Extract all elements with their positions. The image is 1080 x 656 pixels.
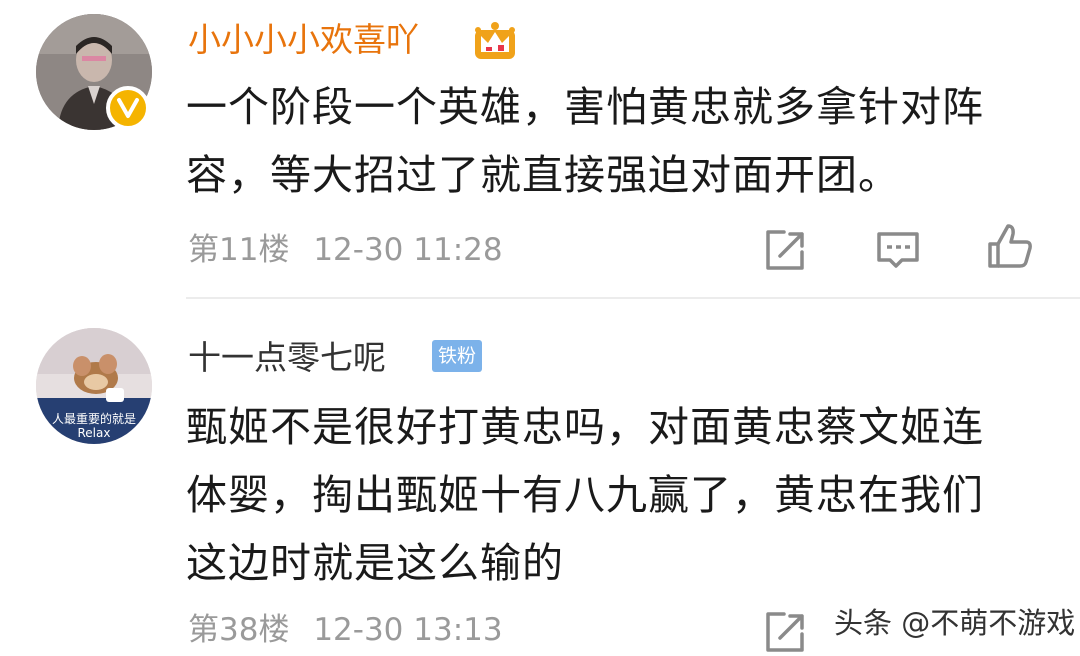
avatar-caption: Relax <box>77 426 111 440</box>
comment-line: 一个阶段一个英雄，害怕黄忠就多拿针对阵 <box>186 83 984 131</box>
username[interactable]: 十一点零七呢 <box>188 338 386 378</box>
comment-item: 人最重要的就是 Relax 十一点零七呢 铁粉 甄姬不是很好打黄忠吗，对面黄忠蔡… <box>0 298 1080 654</box>
comment-icon[interactable] <box>874 226 922 274</box>
timestamp: 12-30 11:28 <box>313 232 503 268</box>
username[interactable]: 小小小小欢喜吖 <box>188 20 419 60</box>
fan-badge: 铁粉 <box>432 340 483 372</box>
comment-meta: 第38楼 12-30 13:13 <box>188 610 503 650</box>
thumbs-up-icon[interactable] <box>986 222 1034 270</box>
comment-item: 小小小小欢喜吖 一个阶段一个英雄，害怕黄忠就多拿针对阵 容，等大招过了就直接强迫… <box>0 0 1080 299</box>
share-icon[interactable] <box>760 608 808 656</box>
comment-text: 一个阶段一个英雄，害怕黄忠就多拿针对阵 容，等大招过了就直接强迫对面开团。 <box>186 73 1046 209</box>
comment-line: 甄姬不是很好打黄忠吗，对面黄忠蔡文姬连 <box>186 403 984 451</box>
avatar[interactable]: 人最重要的就是 Relax <box>36 328 152 444</box>
comment-line: 体婴，掏出甄姬十有八九赢了，黄忠在我们 <box>186 471 984 519</box>
timestamp: 12-30 13:13 <box>313 612 503 648</box>
watermark: 头条 @不萌不游戏 <box>834 606 1076 640</box>
comment-meta: 第11楼 12-30 11:28 <box>188 230 503 270</box>
crown-icon <box>475 22 515 59</box>
avatar-caption: 人最重要的就是 <box>51 412 136 426</box>
share-icon[interactable] <box>760 226 808 274</box>
comment-line: 这边时就是这么输的 <box>186 539 564 587</box>
comment-line: 容，等大招过了就直接强迫对面开团。 <box>186 151 900 199</box>
verified-icon <box>106 86 150 130</box>
floor-number: 第38楼 <box>188 612 290 648</box>
comment-text: 甄姬不是很好打黄忠吗，对面黄忠蔡文姬连 体婴，掏出甄姬十有八九赢了，黄忠在我们 … <box>186 393 1046 597</box>
floor-number: 第11楼 <box>188 232 290 268</box>
